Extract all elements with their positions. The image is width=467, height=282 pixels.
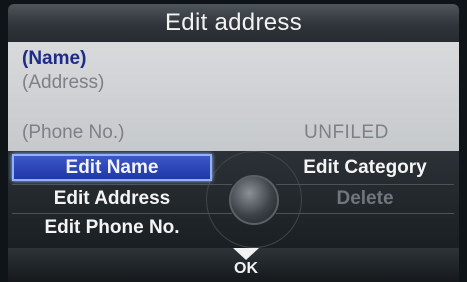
page-title: Edit address (164, 9, 302, 36)
joystick-knob-icon (229, 175, 279, 225)
footer-bar: OK (8, 248, 459, 282)
delete-button[interactable]: Delete (280, 185, 450, 212)
edit-menu: Edit Name Edit Address Edit Phone No. Ed… (8, 151, 459, 248)
entry-address: (Address) (22, 72, 105, 93)
entry-name: (Name) (22, 48, 87, 69)
ok-button[interactable]: OK (228, 260, 264, 278)
entry-phone: (Phone No.) (22, 122, 125, 143)
address-info-panel: (Name) (Address) (Phone No.) UNFILED (8, 42, 459, 151)
edit-phone-button[interactable]: Edit Phone No. (12, 214, 212, 241)
down-arrow-icon (233, 248, 259, 260)
edit-name-button[interactable]: Edit Name (12, 154, 212, 181)
edit-category-button[interactable]: Edit Category (280, 154, 450, 181)
title-bar: Edit address (8, 4, 459, 42)
edit-address-button[interactable]: Edit Address (12, 185, 212, 212)
nav-screen: Edit address (Name) (Address) (Phone No.… (0, 0, 467, 282)
entry-category: UNFILED (304, 122, 389, 143)
divider (276, 213, 454, 214)
